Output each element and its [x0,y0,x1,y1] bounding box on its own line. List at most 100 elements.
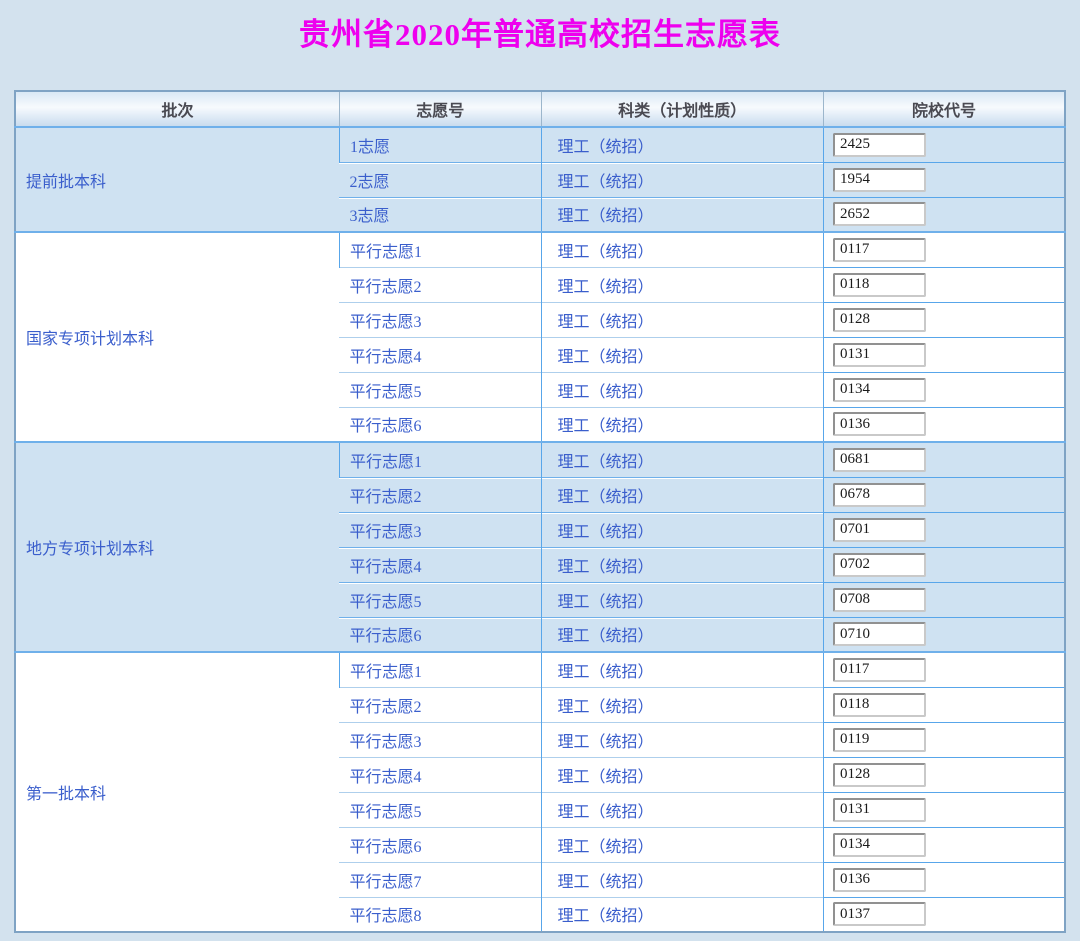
wish-number-cell: 平行志愿5 [339,791,542,827]
wish-number-cell: 平行志愿5 [339,581,542,617]
wish-number-cell: 2志愿 [339,161,542,197]
category-cell: 理工（统招） [540,651,824,687]
category-cell: 理工（统招） [540,266,824,302]
category-cell: 理工（统招） [540,301,824,337]
batch-cell: 第一批本科 [15,651,340,932]
category-cell: 理工（统招） [540,896,824,932]
column-header: 科类（计划性质） [540,91,824,128]
college-code-input[interactable] [832,622,926,647]
college-code-input[interactable] [832,377,926,402]
category-cell: 理工（统招） [540,791,824,827]
category-cell: 理工（统招） [540,616,824,652]
college-code-input[interactable] [832,237,926,262]
category-cell: 理工（统招） [540,511,824,547]
college-code-cell [822,336,1065,372]
column-header: 批次 [15,91,340,128]
wish-number-cell: 平行志愿4 [339,756,542,792]
wish-number-cell: 3志愿 [339,196,542,232]
wish-number-cell: 平行志愿2 [339,266,542,302]
wish-number-cell: 平行志愿5 [339,371,542,407]
college-code-input[interactable] [832,832,926,857]
college-code-cell [822,406,1065,442]
college-code-cell [822,266,1065,302]
wish-number-cell: 平行志愿6 [339,826,542,862]
college-code-input[interactable] [832,902,926,927]
college-code-cell [822,651,1065,687]
college-code-input[interactable] [832,552,926,577]
college-code-cell [822,546,1065,582]
category-cell: 理工（统招） [540,371,824,407]
category-cell: 理工（统招） [540,826,824,862]
batch-cell: 地方专项计划本科 [15,441,340,652]
college-code-input[interactable] [832,797,926,822]
college-code-input[interactable] [832,657,926,682]
category-cell: 理工（统招） [540,756,824,792]
batch-cell: 国家专项计划本科 [15,231,340,442]
category-cell: 理工（统招） [540,861,824,897]
volunteer-form-page: 贵州省2020年普通高校招生志愿表 批次 志愿号 科类（计划性质） 院校代号 提前批本… [0,0,1080,941]
batch-cell: 提前批本科 [15,126,340,232]
header-row: 批次 志愿号 科类（计划性质） 院校代号 [15,91,1065,128]
college-code-input[interactable] [832,412,926,437]
wish-number-cell: 平行志愿2 [339,686,542,722]
college-code-input[interactable] [832,202,926,227]
college-code-cell [822,896,1065,932]
page-title: 贵州省2020年普通高校招生志愿表 [299,17,781,52]
category-cell: 理工（统招） [540,686,824,722]
college-code-cell [822,721,1065,757]
college-code-input[interactable] [832,867,926,892]
college-code-input[interactable] [832,167,926,192]
college-code-input[interactable] [832,517,926,542]
college-code-input[interactable] [832,727,926,752]
college-code-cell [822,791,1065,827]
college-code-input[interactable] [832,587,926,612]
category-cell: 理工（统招） [540,161,824,197]
wish-number-cell: 平行志愿2 [339,476,542,512]
college-code-cell [822,616,1065,652]
college-code-input[interactable] [832,307,926,332]
college-code-input[interactable] [832,132,926,157]
college-code-input[interactable] [832,272,926,297]
category-cell: 理工（统招） [540,336,824,372]
table-body: 提前批本科1志愿理工（统招）2志愿理工（统招）3志愿理工（统招）国家专项计划本科… [15,126,1065,932]
college-code-cell [822,826,1065,862]
college-code-input[interactable] [832,692,926,717]
college-code-cell [822,196,1065,232]
college-code-cell [822,476,1065,512]
college-code-cell [822,756,1065,792]
college-code-cell [822,301,1065,337]
college-code-input[interactable] [832,762,926,787]
table-row: 第一批本科 平行志愿1 理工（统招） [15,651,1065,932]
wish-number-cell: 1志愿 [338,126,542,162]
category-cell: 理工（统招） [540,546,824,582]
category-cell: 理工（统招） [540,721,824,757]
category-cell: 理工（统招） [540,476,824,512]
column-header: 院校代号 [822,91,1065,128]
college-code-cell [822,581,1065,617]
wish-number-cell: 平行志愿8 [339,896,542,932]
college-code-cell [822,231,1065,267]
column-header: 志愿号 [338,91,542,128]
college-code-cell [822,441,1065,477]
college-code-cell [822,861,1065,897]
volunteer-table: 批次志愿号科类（计划性质）院校代号 提前批本科1志愿理工（统招）2志愿理工（统招… [14,90,1066,933]
wish-number-cell: 平行志愿4 [339,336,542,372]
wish-number-cell: 平行志愿1 [338,651,542,687]
wish-number-cell: 平行志愿3 [339,301,542,337]
wish-number-cell: 平行志愿1 [338,231,542,267]
wish-number-cell: 平行志愿6 [339,406,542,442]
wish-number-cell: 平行志愿6 [339,616,542,652]
college-code-cell [822,371,1065,407]
college-code-input[interactable] [832,447,926,472]
category-cell: 理工（统招） [540,196,824,232]
college-code-cell [822,686,1065,722]
table-row: 提前批本科 1志愿 理工（统招） [15,126,1065,232]
table-row: 国家专项计划本科 平行志愿1 理工（统招） [15,231,1065,442]
wish-number-cell: 平行志愿1 [338,441,542,477]
college-code-cell [822,161,1065,197]
college-code-input[interactable] [832,482,926,507]
category-cell: 理工（统招） [540,441,824,477]
category-cell: 理工（统招） [540,126,824,162]
college-code-input[interactable] [832,342,926,367]
category-cell: 理工（统招） [540,231,824,267]
